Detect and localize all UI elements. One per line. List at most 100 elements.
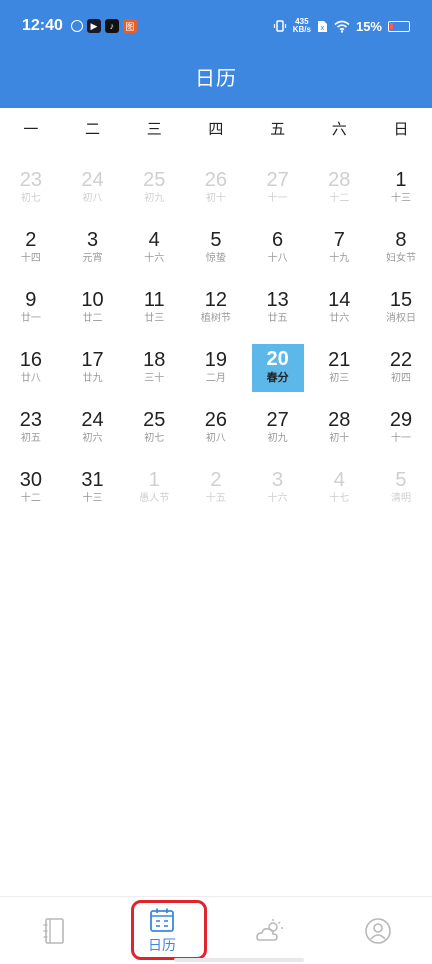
day-number: 30 [19, 469, 42, 491]
day-number: 4 [333, 469, 345, 491]
calendar-day[interactable]: 10 廿二 [62, 282, 124, 342]
calendar-day[interactable]: 30 十二 [0, 462, 62, 522]
wifi-icon [334, 20, 350, 33]
day-content: 2 十四 [21, 228, 41, 266]
calendar-day[interactable]: 24 初六 [62, 402, 124, 462]
calendar-day[interactable]: 23 初五 [0, 402, 62, 462]
lunar-date: 二月 [205, 373, 226, 384]
calendar-day[interactable]: 5 惊蛰 [185, 222, 247, 282]
calendar-day[interactable]: 5 清明 [370, 462, 432, 522]
day-number: 1 [148, 469, 160, 491]
calendar-day[interactable]: 14 廿六 [308, 282, 370, 342]
day-number: 21 [328, 349, 351, 371]
day-content: 19 二月 [205, 348, 227, 386]
calendar-day[interactable]: 26 初十 [185, 162, 247, 222]
lunar-date: 廿二 [82, 313, 103, 324]
calendar-day[interactable]: 17 廿九 [62, 342, 124, 402]
video-app-icon: ▶ [86, 19, 101, 33]
news-app-icon: 图 [122, 19, 137, 33]
calendar-day[interactable]: 2 十五 [185, 462, 247, 522]
calendar-day[interactable]: 22 初四 [370, 342, 432, 402]
day-number: 10 [81, 289, 104, 311]
lunar-date: 初三 [329, 373, 350, 384]
lunar-date: 初七 [20, 193, 41, 204]
calendar-day[interactable]: 28 十二 [308, 162, 370, 222]
lunar-date: 初十 [329, 433, 350, 444]
day-number: 18 [143, 349, 166, 371]
calendar-day[interactable]: 1 愚人节 [123, 462, 185, 522]
lunar-date: 愚人节 [139, 493, 170, 504]
lunar-date: 初九 [267, 433, 288, 444]
lunar-date: 廿一 [20, 313, 41, 324]
calendar-day-today[interactable]: 20 春分 [247, 342, 309, 402]
day-number: 16 [19, 349, 42, 371]
nav-item-notebook[interactable] [0, 897, 108, 964]
nav-item-calendar[interactable]: 日历 [108, 897, 216, 964]
day-content: 9 廿一 [21, 288, 41, 326]
calendar-day[interactable]: 29 十一 [370, 402, 432, 462]
calendar-day[interactable]: 25 初七 [123, 402, 185, 462]
nav-item-weather[interactable] [216, 897, 324, 964]
lunar-date: 十三 [82, 493, 103, 504]
lunar-date: 十一 [390, 433, 411, 444]
calendar-day[interactable]: 26 初八 [185, 402, 247, 462]
lunar-date: 廿九 [82, 373, 103, 384]
day-content: 11 廿三 [144, 288, 165, 326]
calendar-day[interactable]: 2 十四 [0, 222, 62, 282]
calendar-day[interactable]: 25 初九 [123, 162, 185, 222]
tiktok-icon: ♪ [104, 19, 119, 33]
lunar-date: 十六 [144, 253, 165, 264]
weather-icon [256, 918, 283, 941]
lunar-date: 初五 [20, 433, 41, 444]
calendar-day[interactable]: 12 植树节 [185, 282, 247, 342]
lunar-date: 十八 [267, 253, 288, 264]
lunar-date: 十九 [329, 253, 350, 264]
calendar-day[interactable]: 9 廿一 [0, 282, 62, 342]
day-content: 26 初十 [205, 168, 227, 206]
calendar-day[interactable]: 8 妇女节 [370, 222, 432, 282]
day-number: 2 [210, 469, 222, 491]
calendar-day[interactable]: 27 初九 [247, 402, 309, 462]
calendar-day[interactable]: 11 廿三 [123, 282, 185, 342]
day-number: 17 [81, 349, 104, 371]
day-number: 14 [328, 289, 351, 311]
calendar-day[interactable]: 6 十八 [247, 222, 309, 282]
calendar-day[interactable]: 13 廿五 [247, 282, 309, 342]
lunar-date: 十一 [267, 193, 288, 204]
weekday-label: 二 [85, 121, 101, 138]
weekday-label: 六 [331, 121, 347, 138]
calendar-day[interactable]: 3 十六 [247, 462, 309, 522]
net-speed: 435 KB/s [292, 17, 311, 34]
calendar-day[interactable]: 1 十三 [370, 162, 432, 222]
day-content: 2 十五 [206, 468, 226, 506]
day-content: 20 春分 [251, 344, 304, 392]
calendar-day[interactable]: 28 初十 [308, 402, 370, 462]
calendar-day[interactable]: 4 十六 [123, 222, 185, 282]
calendar-day[interactable]: 15 消权日 [370, 282, 432, 342]
day-number: 8 [395, 229, 407, 251]
calendar-day[interactable]: 18 三十 [123, 342, 185, 402]
day-content: 22 初四 [390, 348, 412, 386]
calendar-day[interactable]: 4 十七 [308, 462, 370, 522]
day-content: 3 十六 [268, 468, 288, 506]
calendar-day[interactable]: 21 初三 [308, 342, 370, 402]
day-number: 23 [19, 409, 42, 431]
calendar-day[interactable]: 24 初八 [62, 162, 124, 222]
calendar-day[interactable]: 23 初七 [0, 162, 62, 222]
page-title: 日历 [195, 68, 237, 90]
day-number: 4 [148, 229, 160, 251]
calendar-day[interactable]: 31 十三 [62, 462, 124, 522]
lunar-date: 元宵 [82, 253, 103, 264]
calendar-day[interactable]: 16 廿八 [0, 342, 62, 402]
day-content: 17 廿九 [81, 348, 103, 386]
calendar-day[interactable]: 7 十九 [308, 222, 370, 282]
calendar-day[interactable]: 27 十一 [247, 162, 309, 222]
calendar-day[interactable]: 3 元宵 [62, 222, 124, 282]
calendar-day[interactable]: 19 二月 [185, 342, 247, 402]
day-content: 5 清明 [391, 468, 411, 506]
status-bar: 12:40 ▶ ♪ 图 435 KB/s x 15% [0, 0, 432, 52]
battery-percent: 15% [355, 18, 382, 34]
nav-item-profile[interactable] [324, 897, 432, 964]
day-number: 28 [328, 169, 351, 191]
day-number: 6 [272, 229, 284, 251]
